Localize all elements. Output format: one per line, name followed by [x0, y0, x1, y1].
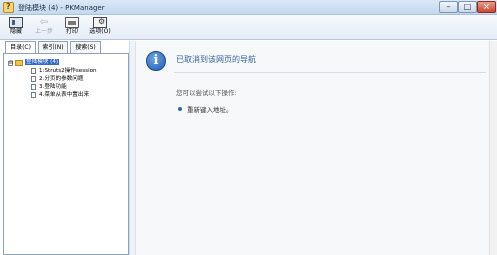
printer-icon: [65, 17, 79, 28]
folder-open-icon: [15, 60, 23, 66]
info-icon: i: [146, 51, 166, 71]
tree-root-label[interactable]: 登陆模块 (4): [25, 59, 60, 65]
collapse-toggle[interactable]: ⊟: [8, 61, 13, 66]
tree-root-row[interactable]: ⊟ 登陆模块 (4): [4, 59, 128, 66]
title-divider: [174, 72, 486, 73]
topic-page-icon: [31, 68, 36, 74]
app-help-icon: [3, 2, 14, 13]
toolbar: 隐藏 上一步 打印 选项(O): [0, 15, 497, 40]
topic-page-icon: [31, 76, 36, 82]
tree-item-1[interactable]: 1:Struts2操作session: [4, 68, 128, 74]
hide-pane-icon: [9, 17, 23, 28]
print-button[interactable]: 打印: [58, 17, 86, 38]
tree-item-2[interactable]: 2.分页的参数问题: [4, 76, 128, 82]
options-button-label: 选项(O): [89, 28, 111, 35]
suggestion-item: 重新键入地址。: [187, 106, 233, 114]
hide-button[interactable]: 隐藏: [2, 17, 30, 38]
print-button-label: 打印: [65, 28, 78, 35]
tree-item-label[interactable]: 1:Struts2操作session: [39, 68, 97, 74]
back-button[interactable]: 上一步: [30, 17, 58, 38]
topic-page-icon: [31, 84, 36, 90]
window-title: 登陆模块 (4) - PKManager: [18, 4, 105, 12]
hide-button-label: 隐藏: [9, 28, 22, 35]
close-button[interactable]: ×: [477, 1, 496, 13]
tree-item-label[interactable]: 2.分页的参数问题: [39, 76, 84, 82]
options-button[interactable]: 选项(O): [86, 17, 114, 38]
back-button-label: 上一步: [34, 28, 53, 35]
tree-item-4[interactable]: 4.菜单从表中置出来: [4, 92, 128, 98]
tree-item-label[interactable]: 4.菜单从表中置出来: [39, 92, 89, 98]
suggestion-intro: 您可以尝试以下操作:: [176, 89, 237, 97]
minimize-button[interactable]: –: [439, 1, 458, 13]
topic-page-icon: [31, 92, 36, 98]
maximize-button[interactable]: □: [458, 1, 477, 13]
tree-item-label[interactable]: 3.登陆功能: [39, 84, 67, 90]
page-title: 已取消到该网页的导航: [176, 55, 256, 64]
vertical-scrollbar[interactable]: [489, 41, 497, 255]
window-titlebar: 登陆模块 (4) - PKManager – □ ×: [0, 0, 497, 15]
tree-item-3[interactable]: 3.登陆功能: [4, 84, 128, 90]
back-arrow-icon: [37, 17, 51, 28]
content-pane: i 已取消到该网页的导航 您可以尝试以下操作: 重新键入地址。: [135, 41, 497, 255]
options-icon: [93, 17, 107, 28]
suggestion-bullet-icon: [178, 107, 182, 111]
contents-tree: ⊟ 登陆模块 (4) 1:Struts2操作session 2.分页的参数问题 …: [3, 53, 129, 255]
